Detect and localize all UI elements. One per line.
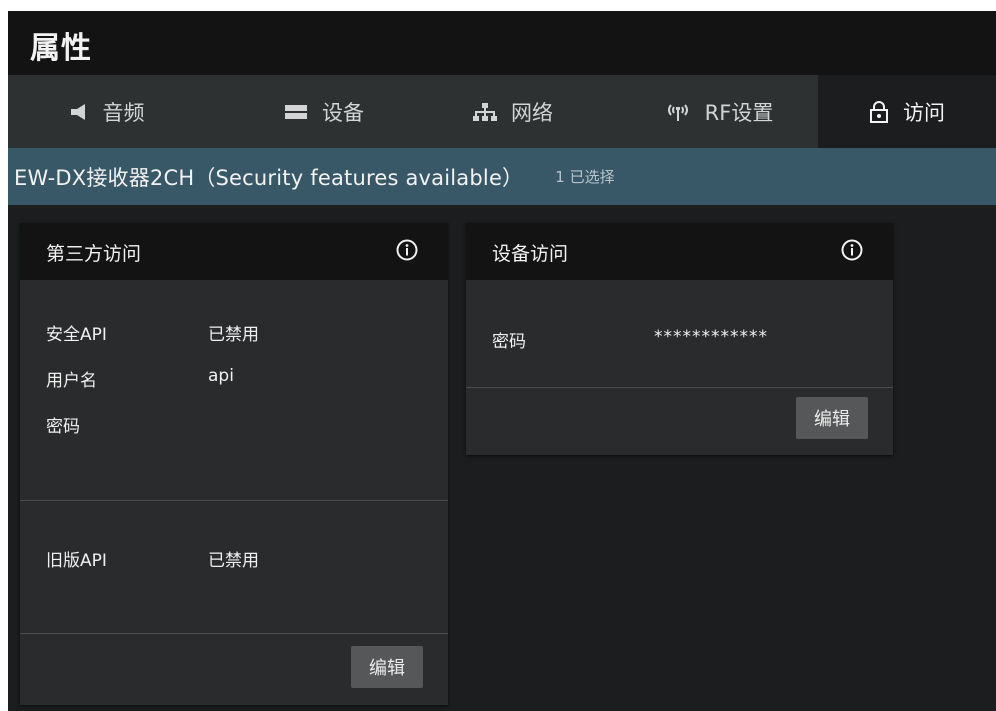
tab-device-label: 设备 (322, 100, 364, 125)
device-icon (284, 103, 308, 121)
tab-audio-label: 音频 (102, 100, 145, 125)
device-header: EW-DX接收器2CH（Security features available）… (8, 148, 996, 205)
device-password-value: ************ (654, 327, 768, 347)
info-icon[interactable] (841, 239, 863, 261)
device-name: EW-DX接收器2CH（Security features available） (14, 165, 524, 190)
tab-access[interactable]: 访问 (818, 75, 996, 148)
network-icon (473, 102, 497, 122)
tab-device[interactable]: 设备 (240, 75, 408, 148)
tab-bar: 音频 设备 网络 RF设置 访问 (8, 75, 996, 148)
device-access-panel: 设备访问 密码 ************ 编辑 (466, 223, 893, 455)
panel-title: 设备访问 (492, 243, 569, 265)
legacy-api-value: 已禁用 (208, 551, 259, 571)
properties-window: 属性 音频 设备 网络 RF设置 访问 EW-DX接收器2CH（Security… (8, 11, 996, 711)
password-label: 密码 (46, 417, 80, 437)
third-party-access-panel: 第三方访问 安全API 已禁用 用户名 api 密码 旧版API 已禁用 编辑 (20, 223, 448, 705)
divider (466, 387, 893, 388)
info-icon[interactable] (396, 239, 418, 261)
tab-network[interactable]: 网络 (433, 75, 593, 148)
panel-header: 第三方访问 (20, 223, 448, 280)
panel-title: 第三方访问 (46, 243, 142, 265)
tab-access-label: 访问 (903, 100, 945, 125)
antenna-icon (665, 102, 691, 122)
divider (20, 500, 448, 501)
username-label: 用户名 (46, 371, 97, 391)
device-password-label: 密码 (492, 332, 526, 352)
speaker-icon (69, 102, 89, 122)
tab-network-label: 网络 (511, 100, 553, 125)
legacy-api-label: 旧版API (46, 551, 107, 571)
tab-audio[interactable]: 音频 (8, 75, 205, 148)
title-bar: 属性 (8, 11, 996, 75)
edit-button[interactable]: 编辑 (351, 646, 423, 688)
selected-count: 1 已选择 (555, 168, 615, 186)
secure-api-value: 已禁用 (208, 325, 259, 345)
divider (20, 633, 448, 634)
panel-header: 设备访问 (466, 223, 893, 280)
window-title: 属性 (30, 31, 92, 66)
secure-api-label: 安全API (46, 325, 107, 345)
edit-button[interactable]: 编辑 (796, 397, 868, 439)
username-value: api (208, 366, 234, 386)
tab-rf-settings[interactable]: RF设置 (621, 75, 817, 148)
lock-icon (869, 100, 889, 123)
tab-rf-settings-label: RF设置 (704, 100, 774, 125)
